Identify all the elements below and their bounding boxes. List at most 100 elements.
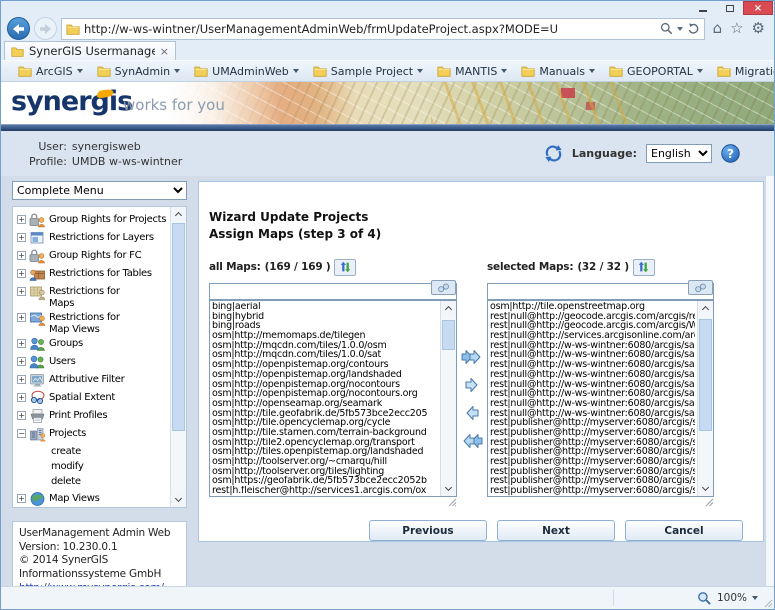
cancel-button[interactable]: Cancel [625, 520, 743, 541]
close-icon[interactable]: × [743, 1, 773, 15]
resize-grip-icon[interactable] [448, 498, 457, 507]
list-item[interactable]: rest|null@http://w-ws-wintner:6080/arcgi… [490, 409, 695, 419]
move-all-left-button[interactable] [461, 431, 483, 451]
scroll-up-icon[interactable] [698, 301, 713, 315]
list-item[interactable]: rest|null@http://services.arcgisonline.c… [490, 331, 695, 341]
list-item[interactable]: rest|publisher@http://myserver:6080/arcg… [490, 428, 695, 438]
scroll-down-icon[interactable] [698, 482, 713, 496]
selected-maps-filter-input[interactable] [487, 283, 714, 300]
forward-button[interactable] [34, 17, 57, 40]
favorites-folder-item[interactable]: SynAdmin [91, 65, 189, 78]
favorites-folder-item[interactable]: Migration [711, 65, 775, 78]
collapse-icon[interactable]: − [17, 429, 26, 438]
sidebar-item-spatial-extent[interactable]: + Spatial Extent [17, 390, 168, 406]
favorites-star-icon[interactable]: ☆ [730, 21, 743, 36]
sidebar-item-projects[interactable]: − Projects [17, 426, 168, 442]
move-right-button[interactable] [461, 375, 483, 395]
help-icon[interactable]: ? [721, 144, 740, 163]
expand-icon[interactable]: + [17, 269, 26, 278]
zoom-magnifier-icon[interactable] [697, 591, 712, 606]
list-item[interactable]: rest|null@http://w-ws-wintner:6080/arcgi… [490, 380, 695, 390]
list-item[interactable]: osm|http://tile.openstreetmap.org [490, 302, 695, 312]
all-maps-listbox[interactable]: bing|aerialbing|hybridbing|roadsosm|http… [209, 300, 457, 497]
sidebar-item-attributive-filter[interactable]: + Attributive Filter [17, 372, 168, 388]
list-item[interactable]: rest|null@http://w-ws-wintner:6080/arcgi… [490, 389, 695, 399]
sidebar-item-restrictions-for-map-views[interactable]: + Restrictions for Map Views [17, 310, 168, 334]
list-item[interactable]: bing|hybrid [212, 312, 438, 322]
language-select[interactable]: English [646, 144, 712, 163]
sidebar-item-restrictions-for-layers[interactable]: + Restrictions for Layers [17, 230, 168, 246]
refresh-icon[interactable] [687, 22, 700, 35]
list-item[interactable]: rest|null@http://w-ws-wintner:6080/arcgi… [490, 341, 695, 351]
browser-tab[interactable]: SynerGIS Usermanagement ... × [4, 41, 176, 60]
list-item[interactable]: osm|http://tiles.openpistemap.org/landsh… [212, 447, 438, 457]
list-item[interactable]: bing|aerial [212, 302, 438, 312]
sidebar-item-restrictions-for-tables[interactable]: + Restrictions for Tables [17, 266, 168, 282]
expand-icon[interactable]: + [17, 375, 26, 384]
previous-button[interactable]: Previous [369, 520, 487, 541]
scroll-up-icon[interactable] [171, 207, 186, 221]
list-item[interactable]: osm|http://openpistemap.org/contours [212, 360, 438, 370]
list-item[interactable]: osm|http://mqcdn.com/tiles/1.0.0/osm [212, 341, 438, 351]
all-maps-filter-input[interactable] [209, 283, 457, 300]
list-item[interactable]: osm|http://tile2.opencyclemap.org/transp… [212, 438, 438, 448]
next-button[interactable]: Next [497, 520, 615, 541]
list-item[interactable]: osm|http://mqcdn.com/tiles/1.0.0/sat [212, 350, 438, 360]
selected-maps-listbox[interactable]: osm|http://tile.openstreetmap.org rest|nu… [487, 300, 714, 497]
all-maps-filter-button[interactable] [431, 280, 456, 295]
expand-icon[interactable]: + [17, 411, 26, 420]
list-item[interactable]: osm|http://openseamap.org/seamark [212, 399, 438, 409]
move-left-button[interactable] [461, 403, 483, 423]
expand-icon[interactable]: + [17, 287, 26, 296]
list-item[interactable]: osm|https://geofabrik.de/5fb573bce2ecc20… [212, 476, 438, 486]
list-item[interactable]: osm|http://openpistemap.org/landshaded [212, 370, 438, 380]
home-icon[interactable]: ⌂ [713, 21, 723, 36]
expand-icon[interactable]: + [17, 233, 26, 242]
page-scrollbar[interactable] [765, 176, 774, 586]
back-button[interactable] [7, 17, 30, 40]
zoom-level[interactable]: 100% [717, 592, 747, 604]
move-all-right-button[interactable] [461, 347, 483, 367]
sidebar-item-group-rights-for-projects[interactable]: + Group Rights for Projects [17, 212, 168, 228]
scroll-down-icon[interactable] [441, 482, 456, 496]
favorites-folder-item[interactable]: GEOPORTAL [603, 65, 711, 78]
favorites-folder-item[interactable]: MANTIS [431, 65, 515, 78]
sidebar-item-projects-modify[interactable]: modify [17, 459, 168, 474]
list-item[interactable]: rest|publisher@http://myserver:6080/arcg… [490, 438, 695, 448]
expand-icon[interactable]: + [17, 251, 26, 260]
menu-filter-select[interactable]: Complete Menu [12, 181, 187, 200]
list-item[interactable]: osm|http://tile.opencyclemap.org/cycle [212, 418, 438, 428]
chevron-down-icon[interactable] [752, 596, 758, 600]
favorites-folder-item[interactable]: Manuals [515, 65, 603, 78]
search-icon[interactable] [660, 22, 673, 35]
settings-gear-icon[interactable]: ⚙ [752, 21, 765, 36]
list-item[interactable]: rest|null@http://w-ws-wintner:6080/arcgi… [490, 350, 695, 360]
list-item[interactable]: osm|http://tile.geofabrik.de/5fb573bce2e… [212, 409, 438, 419]
favorites-folder-item[interactable]: Sample Project [307, 65, 431, 78]
sidebar-scrollbar[interactable] [170, 207, 186, 507]
minimize-icon[interactable] [689, 1, 716, 15]
expand-icon[interactable]: + [17, 313, 26, 322]
sidebar-item-projects-create[interactable]: create [17, 444, 168, 459]
sidebar-item-print-profiles[interactable]: + Print Profiles [17, 408, 168, 424]
sidebar-item-map-views[interactable]: + Map Views [17, 491, 168, 507]
resize-grip-icon[interactable] [705, 498, 714, 507]
list-item[interactable]: osm|http://memomaps.de/tilegen [212, 331, 438, 341]
list-item[interactable]: bing|roads [212, 321, 438, 331]
address-bar[interactable]: http://w-ws-wintner/UserManagementAdminW… [61, 18, 705, 40]
list-item[interactable]: osm|http://toolserver.org/~cmarqu/hill [212, 457, 438, 467]
all-maps-scrollbar[interactable] [440, 301, 456, 496]
favorites-folder-item[interactable]: ArcGIS [12, 65, 91, 78]
expand-icon[interactable]: + [17, 494, 26, 503]
sidebar-item-groups[interactable]: + Groups [17, 336, 168, 352]
list-item[interactable]: osm|http://tile.stamen.com/terrain-backg… [212, 428, 438, 438]
selected-maps-filter-button[interactable] [688, 280, 713, 295]
sort-selected-maps-button[interactable] [633, 259, 655, 276]
expand-icon[interactable]: + [17, 339, 26, 348]
list-item[interactable]: osm|http://openpistemap.org/nocontours.o… [212, 389, 438, 399]
language-refresh-icon[interactable] [544, 144, 563, 163]
list-item[interactable]: rest|null@http://w-ws-wintner:6080/arcgi… [490, 370, 695, 380]
list-item[interactable]: rest|publisher@http://myserver:6080/arcg… [490, 447, 695, 457]
expand-icon[interactable]: + [17, 357, 26, 366]
maximize-icon[interactable] [716, 1, 743, 15]
